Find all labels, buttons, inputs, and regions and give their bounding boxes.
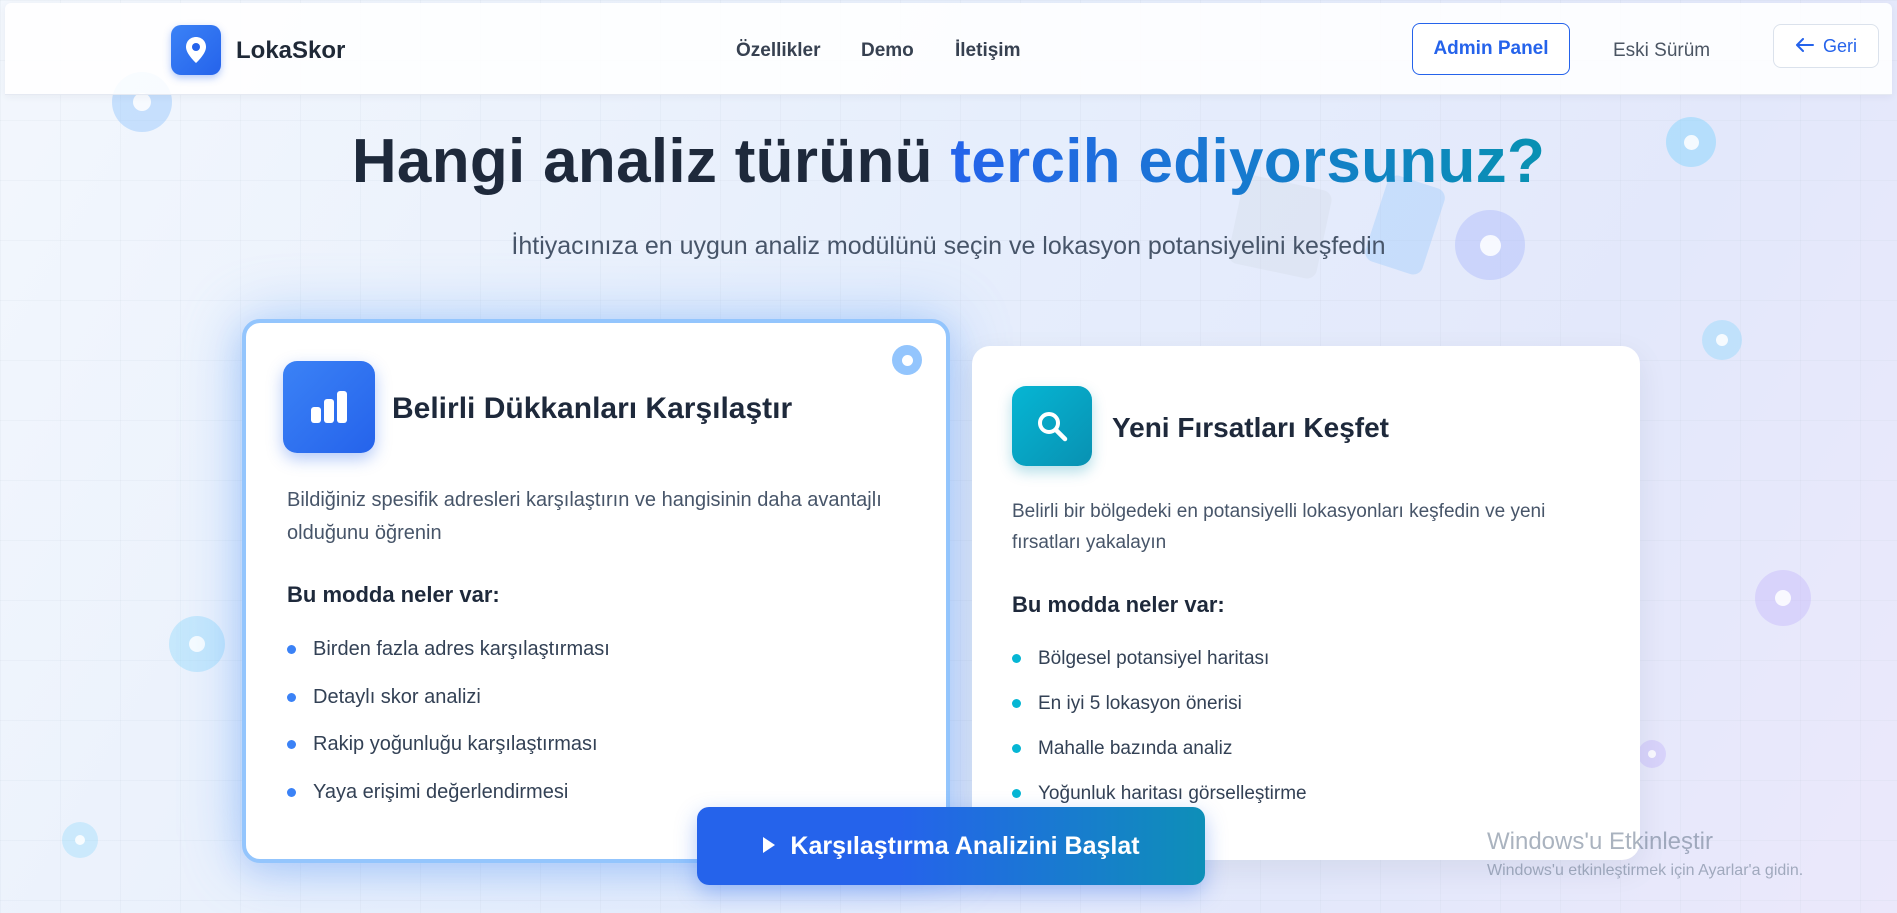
- bullet-dot: [287, 692, 296, 702]
- admin-panel-label: Admin Panel: [1433, 38, 1549, 59]
- card-description: Bildiğiniz spesifik adresleri karşılaştı…: [287, 489, 882, 544]
- decor-bubble: [169, 616, 225, 672]
- analysis-card-discover[interactable]: Yeni Fırsatları Keşfet Belirli bir bölge…: [972, 346, 1640, 860]
- windows-activation-title: Windows'u Etkinleştir: [1487, 828, 1713, 855]
- list-item: Detaylı skor analizi: [287, 674, 610, 722]
- logo-text[interactable]: LokaSkor: [236, 37, 345, 65]
- back-label: Geri: [1822, 35, 1857, 56]
- top-navbar: LokaSkor Özellikler Demo İletişim Admin …: [5, 3, 1892, 95]
- features-heading: Bu modda neler var:: [287, 582, 500, 607]
- nav-link-features[interactable]: Özellikler: [736, 40, 821, 62]
- analysis-card-compare[interactable]: Belirli Dükkanları Karşılaştır Bildiğini…: [242, 319, 950, 863]
- selected-indicator: [892, 345, 922, 375]
- page-title: Hangi analiz türünü tercih ediyorsunuz?: [0, 126, 1897, 197]
- windows-activation-text: Windows'u etkinleştirmek için Ayarlar'a …: [1487, 862, 1804, 879]
- admin-panel-button[interactable]: Admin Panel: [1412, 23, 1570, 75]
- bullet-dot: [1012, 789, 1021, 798]
- logo-icon[interactable]: [171, 25, 221, 75]
- feature-text: Bölgesel potansiyel haritası: [1038, 647, 1270, 669]
- nav-link-demo[interactable]: Demo: [861, 40, 914, 62]
- card-title: Belirli Dükkanları Karşılaştır: [392, 392, 793, 425]
- feature-text: Detaylı skor analizi: [313, 685, 481, 708]
- bullet-dot: [1012, 699, 1021, 708]
- play-icon: [762, 832, 776, 861]
- feature-text: En iyi 5 lokasyon önerisi: [1038, 692, 1242, 714]
- list-item: Yaya erişimi değerlendirmesi: [287, 769, 610, 817]
- page-title-accent: tercih ediyorsunuz?: [950, 127, 1546, 196]
- page-title-main: Hangi analiz türünü: [351, 127, 933, 196]
- page-subtitle: İhtiyacınıza en uygun analiz modülünü se…: [511, 232, 1386, 260]
- bullet-dot: [1012, 654, 1021, 663]
- start-analysis-button[interactable]: Karşılaştırma Analizini Başlat: [697, 807, 1205, 885]
- bullet-dot: [1012, 744, 1021, 753]
- card-description: Belirli bir bölgedeki en potansiyelli lo…: [1012, 501, 1546, 554]
- decor-bubble: [62, 822, 98, 858]
- list-item: Mahalle bazında analiz: [1012, 726, 1307, 771]
- feature-text: Rakip yoğunluğu karşılaştırması: [313, 733, 598, 756]
- list-item: Birden fazla adres karşılaştırması: [287, 626, 610, 674]
- decor-bubble: [1638, 740, 1666, 768]
- list-item: En iyi 5 lokasyon önerisi: [1012, 681, 1307, 726]
- bullet-dot: [287, 787, 296, 797]
- feature-list: Birden fazla adres karşılaştırması Detay…: [287, 626, 610, 816]
- search-icon: [1012, 386, 1092, 466]
- old-version-link[interactable]: Eski Sürüm: [1613, 40, 1710, 62]
- feature-text: Birden fazla adres karşılaştırması: [313, 638, 610, 661]
- bullet-dot: [287, 645, 296, 655]
- feature-text: Yoğunluk haritası görselleştirme: [1038, 782, 1307, 804]
- decor-bubble: [1702, 320, 1742, 360]
- list-item: Rakip yoğunluğu karşılaştırması: [287, 721, 610, 769]
- back-button[interactable]: Geri: [1773, 24, 1879, 68]
- feature-text: Mahalle bazında analiz: [1038, 737, 1233, 759]
- feature-text: Yaya erişimi değerlendirmesi: [313, 780, 569, 803]
- features-heading: Bu modda neler var:: [1012, 592, 1225, 617]
- arrow-left-icon: [1795, 36, 1815, 57]
- chart-bars-icon: [283, 361, 375, 453]
- feature-list: Bölgesel potansiyel haritası En iyi 5 lo…: [1012, 636, 1307, 816]
- start-analysis-label: Karşılaştırma Analizini Başlat: [790, 831, 1140, 860]
- bullet-dot: [287, 740, 296, 750]
- card-title: Yeni Fırsatları Keşfet: [1112, 412, 1390, 443]
- list-item: Bölgesel potansiyel haritası: [1012, 636, 1307, 681]
- nav-link-contact[interactable]: İletişim: [955, 40, 1020, 62]
- decor-bubble: [1755, 570, 1811, 626]
